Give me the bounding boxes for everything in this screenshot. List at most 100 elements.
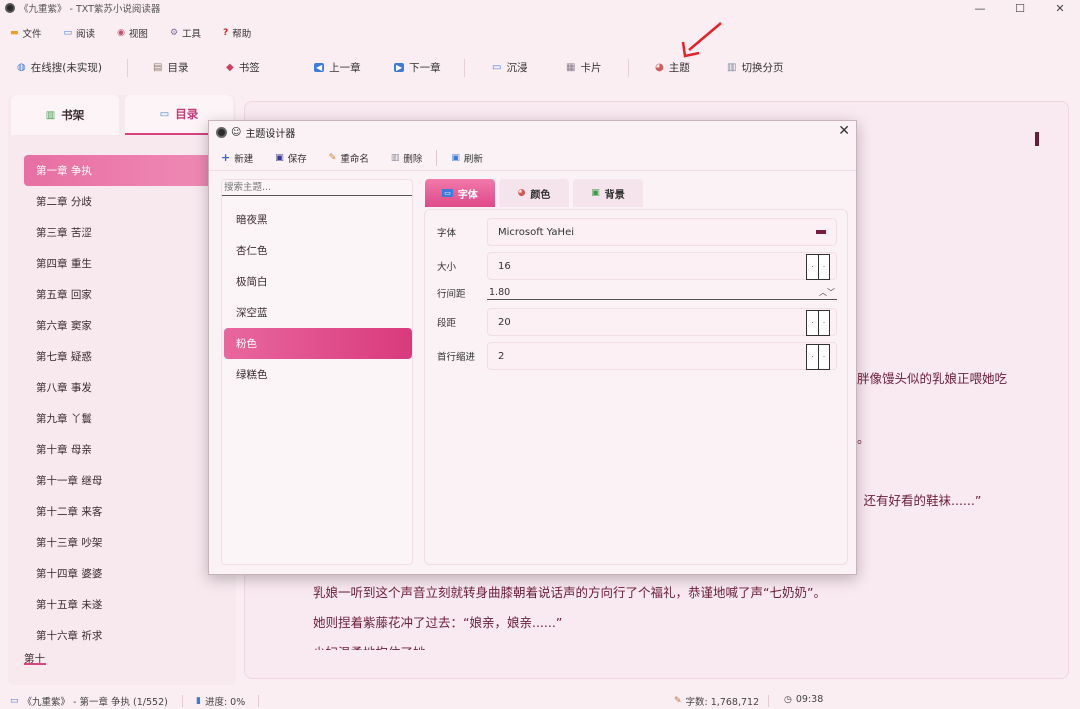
tab-background[interactable]: ▣ 背景 [573, 179, 643, 207]
indent-stepper[interactable]: · · [806, 344, 830, 370]
theme-item[interactable]: 深空蓝 [224, 297, 412, 328]
increment-icon[interactable]: · [818, 255, 829, 279]
prev-chapter-button[interactable]: ◀ 上一章 [314, 60, 361, 75]
chapter-item[interactable]: 第十一章 继母 [24, 465, 236, 496]
window-controls: — ☐ ✕ [960, 0, 1080, 16]
size-stepper[interactable]: · · [806, 254, 830, 280]
increment-icon[interactable]: · [818, 311, 829, 335]
menu-tools[interactable]: ⚙ 工具 [170, 26, 201, 40]
rename-theme-button[interactable]: ✎ 重命名 [329, 151, 369, 165]
line-height-row: 行间距 1.80 ︿﹀ [437, 286, 837, 300]
decrement-icon[interactable]: · [807, 255, 818, 279]
theme-item[interactable]: 杏仁色 [224, 235, 412, 266]
tab-color[interactable]: ◕ 颜色 [499, 179, 569, 207]
line-height-label: 行间距 [437, 289, 466, 300]
up-down-chevron-icon[interactable]: ︿﹀ [819, 287, 835, 298]
menu-read-label: 阅读 [76, 29, 96, 40]
menu-view[interactable]: ◉ 视图 [117, 26, 148, 40]
chart-icon: ▮ [196, 696, 201, 706]
menu-help[interactable]: ? 帮助 [223, 26, 251, 40]
theme-item[interactable]: 极简白 [224, 266, 412, 297]
help-icon: ? [223, 28, 229, 38]
tab-bookshelf[interactable]: ▥ 书架 [11, 95, 119, 135]
chapter-item[interactable]: 第九章 丫鬟 [24, 403, 236, 434]
theme-list-panel: 暗夜黑 杏仁色 极简白 深空蓝 粉色 绿糕色 [221, 179, 413, 565]
toc-book-icon: ▭ [159, 108, 170, 120]
refresh-label: 刷新 [463, 153, 483, 165]
chapter-item[interactable]: 第一章 争执 [24, 155, 236, 186]
status-divider [768, 695, 769, 707]
status-book-label: 《九重紫》 - 第一章 争执 (1/552) [22, 697, 168, 708]
paragraph-spacing-spinbox[interactable]: 20 · · [487, 308, 837, 336]
reader-line: ，还有好看的鞋袜......” [851, 493, 982, 508]
chapter-item[interactable]: 第七章 疑惑 [24, 341, 236, 372]
close-button[interactable]: ✕ [1040, 0, 1080, 16]
theme-search-input[interactable] [222, 180, 412, 196]
decrement-icon[interactable]: · [807, 311, 818, 335]
immersive-button[interactable]: ▭ 沉浸 [492, 60, 527, 75]
save-theme-button[interactable]: ▣ 保存 [275, 151, 307, 165]
chapter-item[interactable]: 第八章 事发 [24, 372, 236, 403]
refresh-button[interactable]: ▣ 刷新 [451, 151, 483, 165]
chapter-item[interactable]: 第十七章 秋扇 [24, 651, 46, 665]
dialog-toolbar: + 新建 ▣ 保存 ✎ 重命名 ▥ 删除 ▣ 刷新 [209, 145, 856, 171]
next-chapter-button[interactable]: ▶ 下一章 [394, 60, 441, 75]
left-panel-tabs: ▥ 书架 ▭ 目录 [8, 95, 236, 135]
chapter-item[interactable]: 第十四章 婆婆 [24, 558, 236, 589]
delete-theme-button[interactable]: ▥ 删除 [391, 151, 423, 165]
chapter-item[interactable]: 第十章 母亲 [24, 434, 236, 465]
theme-button[interactable]: ◕ 主题 [655, 60, 690, 75]
chapter-item[interactable]: 第二章 分歧 [24, 186, 236, 217]
paragraph-spacing-label: 段距 [437, 318, 457, 329]
open-book-icon: ▭ [492, 62, 502, 73]
theme-item[interactable]: 暗夜黑 [224, 204, 412, 235]
chapter-item[interactable]: 第十五章 未遂 [24, 589, 236, 620]
maximize-button[interactable]: ☐ [1000, 0, 1040, 16]
chapter-item[interactable]: 第四章 重生 [24, 248, 236, 279]
chapter-item[interactable]: 第十六章 祈求 [24, 620, 236, 651]
increment-icon[interactable]: · [818, 345, 829, 369]
menu-file[interactable]: ▬ 文件 [10, 26, 42, 40]
minimize-button[interactable]: — [960, 0, 1000, 16]
menu-read[interactable]: ▭ 阅读 [64, 26, 96, 40]
theme-item[interactable]: 绿糕色 [224, 359, 412, 390]
tab-bookshelf-label: 书架 [61, 108, 85, 122]
chapter-item[interactable]: 第三章 苦涩 [24, 217, 236, 248]
toggle-pagination-button[interactable]: ▥ 切换分页 [727, 60, 783, 75]
decrement-icon[interactable]: · [807, 345, 818, 369]
font-picker[interactable]: Microsoft YaHei [487, 218, 837, 246]
reader-line: 。 [857, 431, 870, 446]
image-icon: ▣ [591, 188, 600, 198]
online-search-button[interactable]: ◍ 在线搜(未实现) [17, 60, 102, 75]
pencil-icon: ✎ [674, 696, 682, 706]
bookmark-label: 书签 [238, 62, 260, 74]
bookmark-button[interactable]: ◆ 书签 [226, 60, 260, 75]
tab-font[interactable]: ▭ 字体 [425, 179, 495, 207]
chapter-item[interactable]: 第十三章 吵架 [24, 527, 236, 558]
chapter-item[interactable]: 第六章 窦家 [24, 310, 236, 341]
line-height-combo[interactable]: 1.80 ︿﹀ [487, 286, 837, 300]
folder-icon: ▬ [10, 28, 19, 38]
immersive-label: 沉浸 [506, 62, 528, 74]
paragraph-spacing-stepper[interactable]: · · [806, 310, 830, 336]
trash-icon: ▥ [390, 152, 400, 163]
theme-list: 暗夜黑 杏仁色 极简白 深空蓝 粉色 绿糕色 [224, 204, 412, 390]
reader-line: 少妇温柔地抱住了她 [313, 642, 426, 650]
palette-icon: ☺ [231, 126, 242, 138]
theme-item[interactable]: 粉色 [224, 328, 412, 359]
reader-line: 乳娘一听到这个声音立刻就转身曲膝朝着说话声的方向行了个福礼，恭谨地喊了声“七奶奶… [313, 585, 826, 600]
paragraph-spacing-row: 段距 20 · · [437, 308, 837, 336]
refresh-icon: ▣ [451, 152, 460, 163]
card-button[interactable]: ▦ 卡片 [566, 60, 601, 75]
dialog-close-button[interactable]: ✕ [838, 123, 850, 139]
menu-help-label: 帮助 [232, 29, 252, 40]
indent-value: 2 [498, 350, 505, 362]
size-spinbox[interactable]: 16 · · [487, 252, 837, 280]
size-value: 16 [498, 260, 511, 272]
app-icon [216, 126, 227, 138]
chapter-item[interactable]: 第五章 回家 [24, 279, 236, 310]
new-theme-button[interactable]: + 新建 [221, 151, 253, 165]
toc-button[interactable]: ▤ 目录 [153, 60, 188, 75]
chapter-item[interactable]: 第十二章 来客 [24, 496, 236, 527]
indent-spinbox[interactable]: 2 · · [487, 342, 837, 370]
